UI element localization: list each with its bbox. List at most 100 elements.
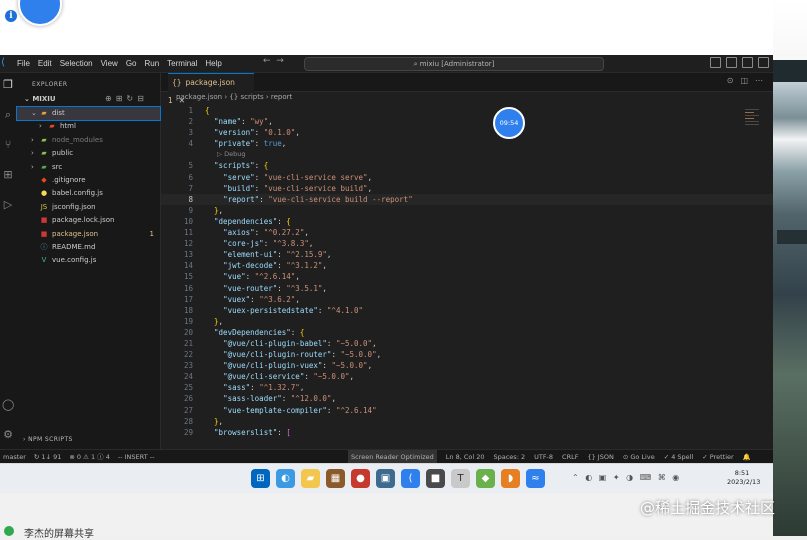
tree-item[interactable]: ■ package.json 1 (17, 228, 160, 241)
tree-item[interactable]: ◆ .gitignore (17, 174, 160, 187)
minimap[interactable] (745, 107, 759, 137)
code-line: 23 "@vue/cli-plugin-vuex": "~5.0.0", (161, 360, 773, 371)
tree-item[interactable]: ⓘ README.md (17, 241, 160, 254)
code-lines[interactable]: 1{2 "name": "wy", 3 "version": "0.1.0", 4 … (161, 105, 773, 438)
menu-item-help[interactable]: Help (205, 55, 221, 72)
line-number: 8 (188, 194, 193, 204)
line-content: "report": "vue-cli-service build --repor… (223, 194, 413, 204)
line-number: 24 (183, 372, 193, 382)
app-blue-icon[interactable]: ▣ (376, 469, 395, 488)
tree-item[interactable]: Vvue.config.js (17, 254, 160, 267)
file-type-icon: ▰ (41, 162, 47, 171)
layout-panel-icon[interactable] (726, 57, 737, 68)
status-item[interactable]: 🔔 (743, 450, 751, 463)
line-number: 7 (188, 183, 193, 193)
command-center[interactable]: ⌕ mixiu [Administrator] (304, 57, 604, 71)
run-debug-icon[interactable]: ▷ (2, 199, 14, 211)
status-item[interactable]: Spaces: 2 (494, 450, 526, 463)
app-green-icon[interactable]: ◆ (476, 469, 495, 488)
vscode-taskbar-icon[interactable]: ⟨ (401, 469, 420, 488)
tree-item[interactable]: ■ package.lock.json (17, 214, 160, 227)
tree-item[interactable]: ⌄ ▰ dist (16, 105, 161, 122)
source-control-icon[interactable]: ⑂ (2, 139, 14, 151)
refresh-icon[interactable]: ↻ (126, 94, 133, 103)
taskbar-clock[interactable]: 8:51 2023/2/13 (727, 469, 760, 487)
account-icon[interactable]: ◯ (2, 399, 14, 411)
tree-item[interactable]: › ▰ public (17, 147, 160, 160)
settings-gear-icon[interactable]: ⚙ (2, 429, 14, 441)
app-orange-icon[interactable]: ◗ (501, 469, 520, 488)
tree-item[interactable]: › ▰ node_modules (17, 134, 160, 147)
system-tray[interactable]: ⌃ ◐ ▣ ✦ ◑ ⌨ ⌘ ◉ (572, 473, 681, 482)
compare-icon[interactable]: ⊙ (727, 76, 734, 85)
status-item[interactable]: ✓ Prettier (702, 450, 733, 463)
app-wave-icon[interactable]: ≈ (526, 469, 545, 488)
status-item[interactable]: ⊗ 0 ⚠ 1 ⓘ 4 (69, 450, 110, 463)
line-content: "sass-loader": "^12.0.0", (223, 394, 336, 404)
file-type-icon: ■ (40, 229, 48, 238)
status-item[interactable]: Ln 8, Col 20 (446, 450, 485, 463)
line-number: 2 (188, 117, 193, 127)
typora-icon[interactable]: T (451, 469, 470, 488)
status-item[interactable]: ↻ 1↓ 91 (34, 450, 61, 463)
menu-item-view[interactable]: View (101, 55, 118, 72)
status-item[interactable]: master (3, 450, 26, 463)
menu-item-edit[interactable]: Edit (38, 55, 52, 72)
menu-item-file[interactable]: File (17, 55, 30, 72)
code-line: 6 "serve": "vue-cli-service serve", (161, 172, 773, 183)
status-item[interactable]: Screen Reader Optimized (348, 450, 437, 463)
codelens-debug[interactable]: ▷ Debug (161, 149, 773, 160)
code-line: 10 "dependencies": { (161, 216, 773, 227)
line-number: 14 (183, 261, 193, 271)
line-content: "build": "vue-cli-service build", (223, 183, 373, 193)
file-type-icon: ▰ (41, 149, 47, 158)
new-folder-icon[interactable]: ⊞ (116, 94, 123, 103)
split-editor-icon[interactable]: ◫ (740, 76, 748, 85)
windows-taskbar: ⊞ ◐ ▰ ▦ ● ▣ ⟨ ■ T ◆ ◗ ≈ ⌃ ◐ ▣ ✦ ◑ ⌨ ⌘ ◉ … (0, 463, 773, 494)
edge-browser-icon[interactable]: ◐ (276, 469, 295, 488)
windows-start-icon[interactable]: ⊞ (251, 469, 270, 488)
file-type-icon: ▰ (41, 135, 47, 144)
more-actions-icon[interactable]: ⋯ (755, 76, 763, 85)
breadcrumb-item[interactable]: report (271, 93, 292, 101)
status-bar: master ↻ 1↓ 91 ⊗ 0 ⚠ 1 ⓘ 4 -- INSERT -- Scr… (0, 449, 773, 463)
npm-scripts-section[interactable]: › NPM SCRIPTS (23, 436, 73, 443)
tree-item[interactable]: ● babel.config.js (17, 187, 160, 200)
app-dark-icon[interactable]: ■ (426, 469, 445, 488)
layout-sidebar-icon[interactable] (710, 57, 721, 68)
recording-timer[interactable]: 09:54 (493, 107, 525, 139)
extensions-icon[interactable]: ⊞ (2, 169, 14, 181)
new-file-icon[interactable]: ⊕ (105, 94, 112, 103)
tab-package-json[interactable]: {} package.json 1 ✕ (168, 73, 254, 105)
tree-item-label: dist (52, 109, 65, 117)
menu-item-terminal[interactable]: Terminal (167, 55, 197, 72)
status-item[interactable]: CRLF (562, 450, 578, 463)
tree-item[interactable]: JS jsconfig.json (17, 201, 160, 214)
breadcrumb-item[interactable]: package.json (176, 93, 222, 101)
app-red-icon[interactable]: ● (351, 469, 370, 488)
breadcrumb-item[interactable]: {} scripts (229, 93, 263, 101)
code-line: 28 }, (161, 416, 773, 427)
layout-customize-icon[interactable] (758, 57, 769, 68)
tree-item[interactable]: › ▰ html (17, 120, 160, 133)
status-item[interactable]: ⊙ Go Live (623, 450, 655, 463)
file-explorer-icon[interactable]: ▰ (301, 469, 320, 488)
code-line: 29 "browserslist": [ (161, 427, 773, 438)
status-item[interactable]: {} JSON (587, 450, 613, 463)
search-icon[interactable]: ⌕ (2, 109, 14, 121)
collapse-all-icon[interactable]: ⊟ (137, 94, 144, 103)
line-content: "sass": "^1.32.7", (223, 383, 305, 393)
layout-secondary-icon[interactable] (742, 57, 753, 68)
menu-item-selection[interactable]: Selection (60, 55, 93, 72)
tree-item[interactable]: › ▰ src (17, 161, 160, 174)
status-item[interactable]: UTF-8 (534, 450, 553, 463)
nav-arrows-icon[interactable]: ← → (263, 56, 284, 66)
menu-item-go[interactable]: Go (126, 55, 137, 72)
explorer-icon[interactable]: ❐ (2, 79, 14, 91)
code-line: 2 "name": "wy", (161, 116, 773, 127)
menu-item-run[interactable]: Run (144, 55, 159, 72)
info-icon[interactable]: i (5, 10, 17, 22)
status-item[interactable]: -- INSERT -- (118, 450, 155, 463)
status-item[interactable]: ✓ 4 Spell (664, 450, 694, 463)
app-icon[interactable]: ▦ (326, 469, 345, 488)
